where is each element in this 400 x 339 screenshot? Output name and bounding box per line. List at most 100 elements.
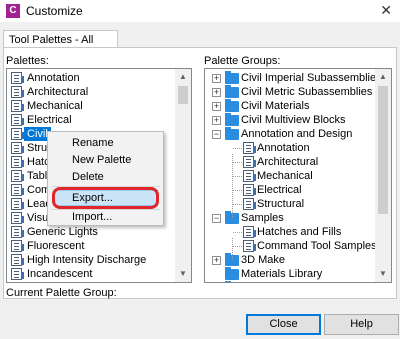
window-title: Customize [26,4,83,18]
tree-item-label: Command Tool Samples [257,240,377,252]
tree-connector [232,238,233,259]
palette-icon [11,100,24,112]
palette-list-item[interactable]: Annotation [7,71,175,85]
tab-tool-palettes[interactable]: Tool Palettes - All Palettes [3,30,118,58]
tree-connector [233,246,242,247]
tree-palette-item[interactable]: Hatches and Fills [205,225,375,239]
palette-icon [11,198,24,210]
scroll-down-icon[interactable]: ▼ [375,266,391,282]
current-group-label: Current Palette Group: [6,287,117,299]
folder-icon [225,85,239,98]
menu-item-delete[interactable]: Delete [72,171,104,183]
palette-item-label: Low Pressure Sodium [27,281,135,282]
folder-icon [225,127,239,140]
scroll-thumb[interactable] [178,86,188,104]
palette-item-label: Fluorescent [27,240,85,252]
tree-item-label: Electrical [257,184,302,196]
menu-item-import[interactable]: Import... [72,211,112,223]
palette-icon [11,226,24,238]
palette-icon [243,198,256,210]
tree-palette-item[interactable]: Command Tool Samples [205,239,377,253]
palette-list-item[interactable]: Low Pressure Sodium [7,281,175,282]
tree-item-label: Structural [257,198,305,210]
tree-item-label: Architectural [257,156,319,168]
scroll-down-icon[interactable]: ▼ [175,266,191,282]
tree-palette-item[interactable]: Electrical [205,183,375,197]
close-button[interactable]: Close [246,314,321,335]
palette-icon [11,254,24,266]
expand-icon[interactable]: + [212,74,221,83]
tree-connector [233,190,242,191]
palette-item-label: Incandescent [27,268,93,280]
close-window-icon[interactable]: ✕ [380,2,392,19]
tree-group-item[interactable]: + Civil Metric Subassemblies [205,85,375,99]
tree-connector [233,148,242,149]
palettes-label: Palettes: [6,55,49,67]
scroll-thumb[interactable] [378,86,388,214]
scroll-up-icon[interactable]: ▲ [175,69,191,85]
palette-icon [11,184,24,196]
palette-item-label: High Intensity Discharge [27,254,147,266]
palette-groups-label: Palette Groups: [204,55,281,67]
groups-scrollbar[interactable]: ▲ ▼ [375,69,391,282]
palette-list-item[interactable]: Electrical [7,113,175,127]
collapse-icon[interactable]: − [212,214,221,223]
tree-group-item[interactable]: Materials Library [205,267,375,281]
palette-icon [11,128,24,140]
palette-icon [11,72,24,84]
palette-list-item[interactable]: Mechanical [7,99,175,113]
scroll-up-icon[interactable]: ▲ [375,69,391,85]
folder-icon [225,113,239,126]
tree-palette-item[interactable]: Architectural [205,155,375,169]
palette-item-label: Mechanical [27,100,83,112]
palette-item-label: Architectural [27,86,89,98]
palette-list-item[interactable]: Incandescent [7,267,175,281]
tree-item-label: Hatches and Fills [257,226,342,238]
tree-palette-item[interactable]: Structural [205,197,375,211]
tree-item-label: Civil Multiview Blocks [241,114,346,126]
palette-list-item[interactable]: Generic Lights [7,225,175,239]
tree-item-label: Generic Lights [241,281,312,282]
tree-item-label: Annotation and Design [241,128,353,140]
palettes-scrollbar[interactable]: ▲ ▼ [175,69,191,282]
palette-icon [11,240,24,252]
menu-item-rename[interactable]: Rename [72,137,114,149]
tree-connector [233,176,242,177]
tree-connector [232,154,233,217]
menu-item-new-palette[interactable]: New Palette [72,154,131,166]
tree-palette-item[interactable]: Mechanical [205,169,375,183]
palette-icon [11,142,24,154]
expand-icon[interactable]: + [212,102,221,111]
tree-palette-item[interactable]: Annotation [205,141,375,155]
tree-group-item[interactable]: + Civil Imperial Subassemblies [205,71,382,85]
help-button[interactable]: Help [324,314,399,335]
palette-list-item[interactable]: High Intensity Discharge [7,253,175,267]
palette-icon [243,240,256,252]
tree-group-item[interactable]: +Generic Lights [205,281,375,282]
palette-icon [11,268,24,280]
palette-icon [243,226,256,238]
folder-icon [225,99,239,112]
tree-group-item[interactable]: +3D Make [205,253,375,267]
expand-icon[interactable]: + [212,116,221,125]
collapse-icon[interactable]: − [212,130,221,139]
tree-item-label: Samples [241,212,284,224]
highlight-annotation-ring [52,187,159,209]
tree-group-item[interactable]: + Civil Materials [205,99,375,113]
tree-item-label: Civil Imperial Subassemblies [241,72,382,84]
palette-groups-tree[interactable]: +Generic LightsMaterials Library+3D Make… [204,68,392,283]
tree-group-item[interactable]: − Samples [205,211,375,225]
expand-icon[interactable]: + [212,88,221,97]
tree-group-item[interactable]: − Annotation and Design [205,127,375,141]
palette-icon [243,142,256,154]
palette-icon [11,170,24,182]
expand-icon[interactable]: + [212,256,221,265]
title-bar: C Customize ✕ [0,0,400,22]
palette-icon [11,86,24,98]
tree-connector [233,232,242,233]
tree-item-label: Civil Metric Subassemblies [241,86,373,98]
palette-list-item[interactable]: Fluorescent [7,239,175,253]
tree-group-item[interactable]: + Civil Multiview Blocks [205,113,375,127]
palette-list-item[interactable]: Architectural [7,85,175,99]
palette-item-label: Generic Lights [27,226,98,238]
